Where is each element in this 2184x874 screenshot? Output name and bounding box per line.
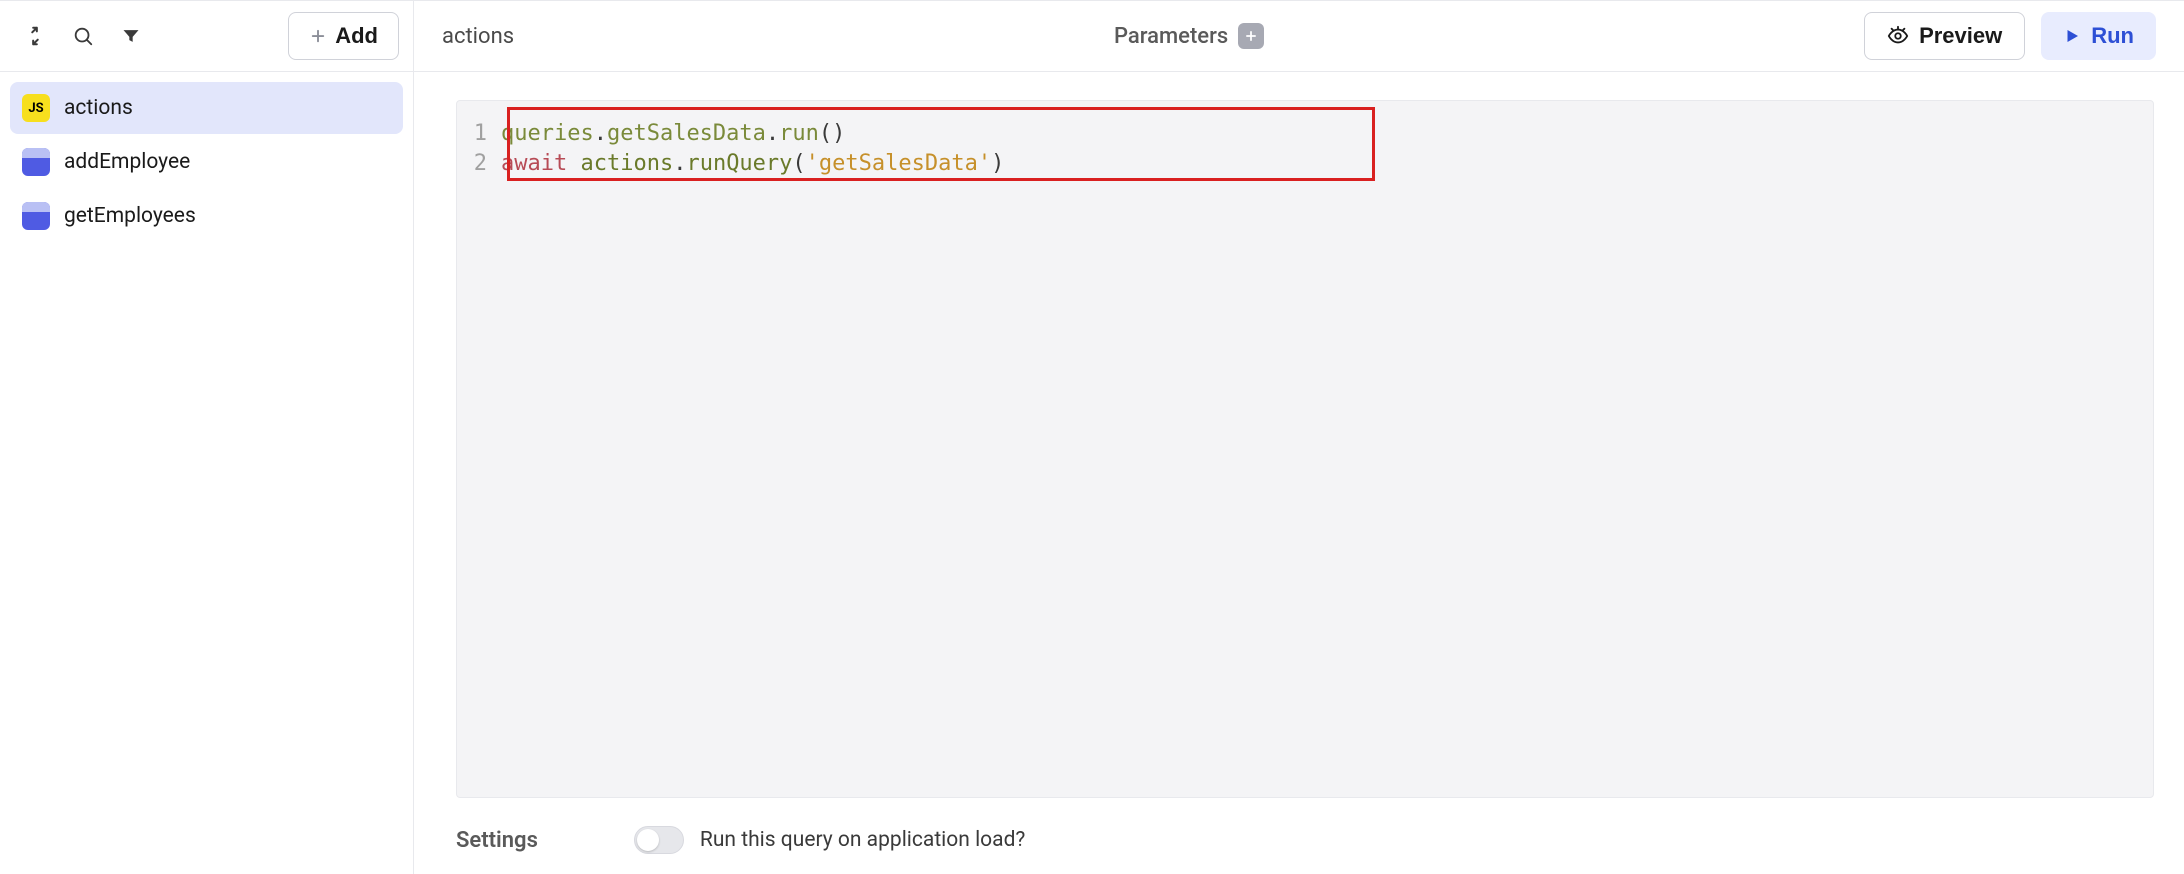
add-parameter-button[interactable] (1238, 23, 1264, 49)
toggle-knob (637, 829, 659, 851)
sidebar-item-getemployees[interactable]: getEmployees (10, 190, 403, 242)
page-title: actions (442, 24, 514, 49)
js-icon: JS (22, 94, 50, 122)
filter-icon[interactable] (110, 15, 152, 57)
sidebar: Add JS actions addEmployee getEmployees (0, 1, 414, 874)
add-button-label: Add (335, 23, 378, 49)
code-line: queries.getSalesData.run() (501, 119, 1004, 149)
main-header: actions Parameters Preview (414, 1, 2184, 72)
search-icon[interactable] (62, 15, 104, 57)
sidebar-item-label: getEmployees (64, 204, 196, 228)
sidebar-item-addemployee[interactable]: addEmployee (10, 136, 403, 188)
code-inner: 1 2 queries.getSalesData.run()await acti… (457, 101, 2153, 179)
sidebar-item-label: actions (64, 96, 133, 120)
sidebar-item-actions[interactable]: JS actions (10, 82, 403, 134)
code-line: await actions.runQuery('getSalesData') (501, 149, 1004, 179)
line-number: 1 (457, 119, 487, 149)
run-on-load-label: Run this query on application load? (700, 828, 1025, 852)
sidebar-item-label: addEmployee (64, 150, 190, 174)
code-editor[interactable]: 1 2 queries.getSalesData.run()await acti… (456, 100, 2154, 798)
settings-label: Settings (456, 828, 538, 853)
database-icon (22, 148, 50, 176)
sidebar-items: JS actions addEmployee getEmployees (0, 72, 413, 252)
plus-icon (309, 27, 327, 45)
play-icon (2063, 27, 2081, 45)
sidebar-toolbar: Add (0, 1, 413, 72)
preview-button-label: Preview (1919, 23, 2002, 49)
run-button-label: Run (2091, 23, 2134, 49)
preview-button[interactable]: Preview (1864, 12, 2025, 60)
run-button[interactable]: Run (2041, 12, 2156, 60)
settings-control: Run this query on application load? (634, 826, 1025, 854)
parameters-label: Parameters (1114, 24, 1228, 49)
main-body: 1 2 queries.getSalesData.run()await acti… (414, 72, 2184, 874)
settings-row: Settings Run this query on application l… (456, 798, 2154, 874)
main: actions Parameters Preview (414, 1, 2184, 874)
eye-icon (1887, 25, 1909, 47)
run-on-load-toggle[interactable] (634, 826, 684, 854)
app-root: Add JS actions addEmployee getEmployees … (0, 0, 2184, 874)
line-number: 2 (457, 149, 487, 179)
collapse-icon[interactable] (14, 15, 56, 57)
database-icon (22, 202, 50, 230)
add-button[interactable]: Add (288, 12, 399, 60)
header-center: Parameters (530, 23, 1848, 49)
code-gutter: 1 2 (457, 107, 501, 179)
code-lines: queries.getSalesData.run()await actions.… (501, 107, 1004, 179)
